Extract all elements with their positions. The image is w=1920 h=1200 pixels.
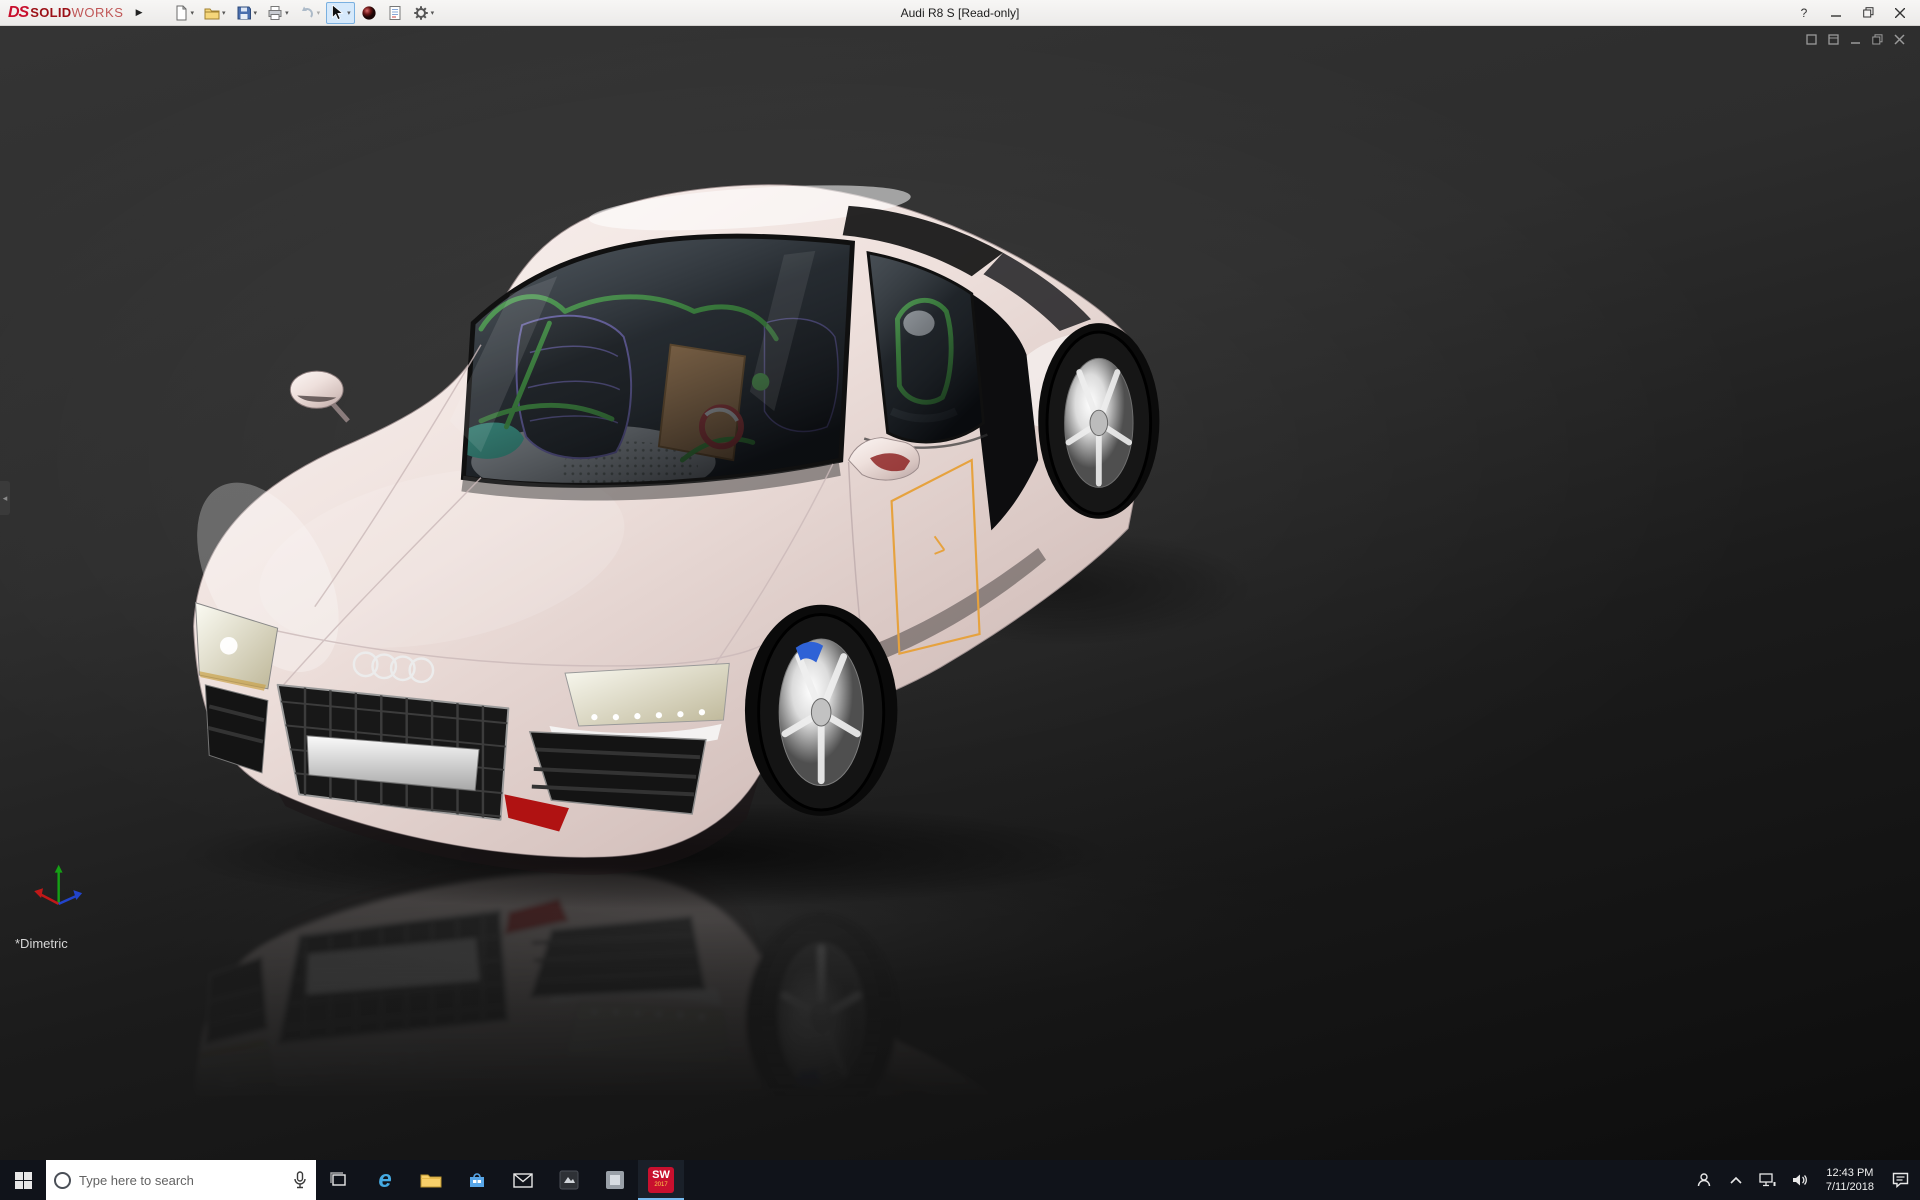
help-button[interactable]: ? bbox=[1788, 1, 1820, 25]
edge-button[interactable]: e bbox=[362, 1160, 408, 1200]
store-button[interactable] bbox=[454, 1160, 500, 1200]
minimize-button[interactable] bbox=[1820, 1, 1852, 25]
doc-restore-icon[interactable] bbox=[1871, 33, 1884, 46]
taskbar-app-dark-button[interactable] bbox=[546, 1160, 592, 1200]
solidworks-window: DS SOLID WORKS ▶ ▾ ▾ ▾ ▾ ▾ ▾ ▾ Audi R8 S… bbox=[0, 0, 1920, 1200]
doc-minimize-icon[interactable] bbox=[1849, 33, 1862, 46]
system-tray: 12:43 PM 7/11/2018 bbox=[1690, 1160, 1920, 1200]
title-bar: DS SOLID WORKS ▶ ▾ ▾ ▾ ▾ ▾ ▾ ▾ Audi R8 S… bbox=[0, 0, 1920, 26]
graphics-viewport[interactable]: ◂ *Dimetric bbox=[0, 26, 1920, 1160]
open-folder-icon bbox=[204, 8, 220, 19]
quick-access-toolbar: ▾ ▾ ▾ ▾ ▾ ▾ ▾ bbox=[169, 1, 439, 24]
undo-arrow-icon bbox=[301, 6, 313, 18]
close-icon bbox=[1895, 7, 1905, 18]
select-tool-button[interactable]: ▾ bbox=[326, 1, 355, 24]
appearance-sphere-button[interactable] bbox=[357, 2, 381, 24]
close-button[interactable] bbox=[1884, 1, 1916, 25]
save-floppy-icon bbox=[237, 6, 251, 19]
start-button[interactable] bbox=[0, 1160, 46, 1200]
sw-year-text: 2017 bbox=[654, 1182, 668, 1188]
sw-badge-text: SW bbox=[652, 1169, 670, 1181]
caret-icon[interactable]: ▾ bbox=[347, 9, 351, 17]
minimize-icon bbox=[1831, 14, 1841, 17]
mail-envelope-icon bbox=[513, 1172, 533, 1188]
doc-close-icon[interactable] bbox=[1893, 33, 1906, 46]
solidworks-logo: DS SOLID WORKS bbox=[8, 4, 124, 22]
task-view-button[interactable] bbox=[316, 1160, 362, 1200]
appearance-sphere-icon bbox=[362, 5, 376, 20]
file-explorer-icon bbox=[420, 1174, 442, 1187]
cortana-icon bbox=[54, 1171, 71, 1189]
store-bag-icon bbox=[470, 1173, 484, 1187]
restore-icon bbox=[1862, 7, 1873, 18]
brand-works-text: WORKS bbox=[71, 4, 124, 20]
clock-date: 7/11/2018 bbox=[1825, 1181, 1874, 1193]
caret-icon[interactable]: ▾ bbox=[431, 9, 435, 17]
window-controls: ? bbox=[1788, 1, 1916, 25]
doc-window-icon[interactable] bbox=[1805, 33, 1818, 46]
caret-icon[interactable]: ▾ bbox=[222, 9, 226, 17]
ds-logo-icon: DS bbox=[8, 3, 29, 21]
open-button[interactable]: ▾ bbox=[200, 2, 230, 24]
design-binder-button[interactable] bbox=[383, 2, 407, 24]
brand-solid-text: SOLID bbox=[30, 4, 72, 20]
file-explorer-button[interactable] bbox=[408, 1160, 454, 1200]
save-button[interactable]: ▾ bbox=[232, 2, 262, 24]
taskbar-app-gray-button[interactable] bbox=[592, 1160, 638, 1200]
menu-flyout-arrow-icon[interactable]: ▶ bbox=[130, 7, 149, 18]
app-dark-tile-icon bbox=[559, 1170, 579, 1190]
people-icon[interactable] bbox=[1690, 1160, 1718, 1200]
taskbar-clock[interactable]: 12:43 PM 7/11/2018 bbox=[1818, 1160, 1882, 1200]
doc-window-icon[interactable] bbox=[1827, 33, 1840, 46]
search-input[interactable] bbox=[79, 1172, 284, 1188]
clock-time: 12:43 PM bbox=[1826, 1167, 1874, 1179]
app-gray-tile-icon bbox=[606, 1171, 624, 1189]
action-center-icon[interactable] bbox=[1886, 1160, 1914, 1200]
view-orientation-label: *Dimetric bbox=[15, 936, 68, 951]
windows-logo-icon bbox=[14, 1171, 32, 1189]
hidden-icons-chevron[interactable] bbox=[1722, 1160, 1750, 1200]
solidworks-app-icon: SW 2017 bbox=[648, 1167, 674, 1193]
taskbar-search[interactable] bbox=[46, 1160, 316, 1200]
new-document-button[interactable]: ▾ bbox=[169, 2, 199, 24]
select-cursor-icon bbox=[332, 4, 344, 20]
task-view-icon bbox=[330, 1172, 346, 1186]
network-icon[interactable] bbox=[1754, 1160, 1782, 1200]
caret-icon[interactable]: ▾ bbox=[254, 9, 258, 17]
caret-icon[interactable]: ▾ bbox=[191, 9, 195, 17]
volume-icon[interactable] bbox=[1786, 1160, 1814, 1200]
solidworks-taskbar-button[interactable]: SW 2017 bbox=[638, 1160, 684, 1200]
undo-button[interactable]: ▾ bbox=[295, 2, 325, 24]
car-3d-model bbox=[1, 26, 1410, 1160]
microphone-icon[interactable] bbox=[292, 1171, 308, 1189]
print-button[interactable]: ▾ bbox=[263, 2, 293, 24]
caret-icon[interactable]: ▾ bbox=[317, 9, 321, 17]
windows-taskbar: e bbox=[0, 1160, 1920, 1200]
restore-button[interactable] bbox=[1852, 1, 1884, 25]
options-gear-icon bbox=[413, 5, 428, 20]
caret-icon[interactable]: ▾ bbox=[285, 9, 289, 17]
design-binder-icon bbox=[389, 5, 401, 20]
document-window-controls bbox=[1805, 33, 1906, 46]
new-document-icon bbox=[176, 5, 187, 20]
mail-button[interactable] bbox=[500, 1160, 546, 1200]
printer-icon bbox=[268, 5, 282, 20]
options-button[interactable]: ▾ bbox=[409, 2, 439, 24]
edge-icon: e bbox=[378, 1166, 392, 1193]
